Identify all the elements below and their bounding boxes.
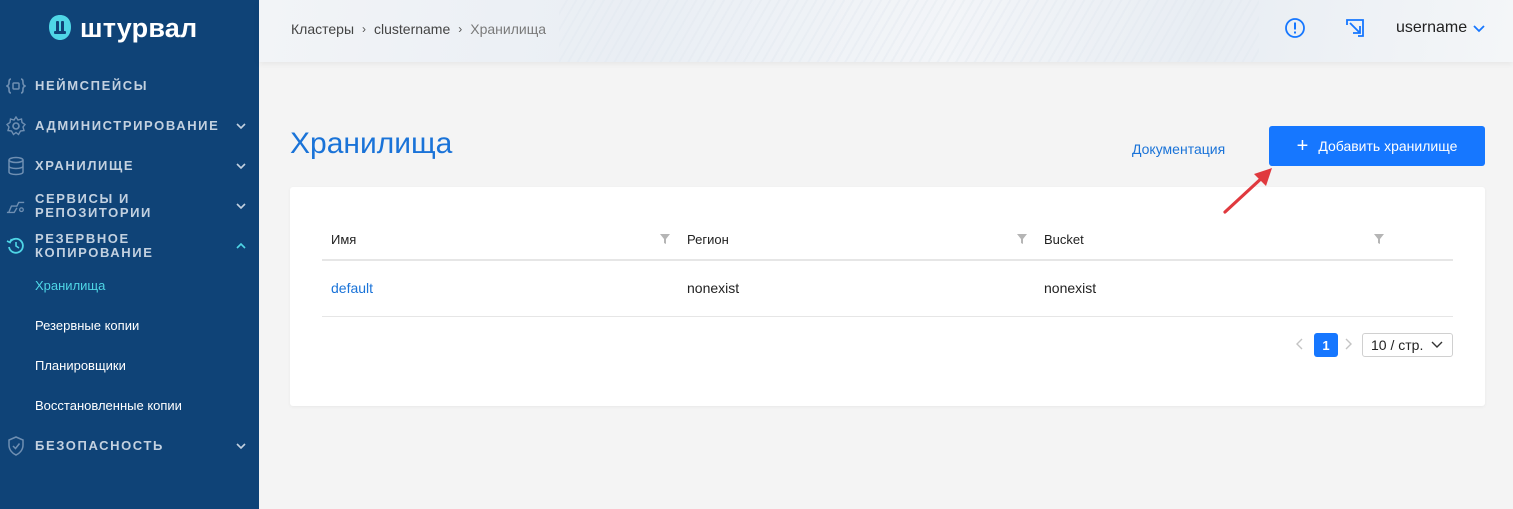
breadcrumb-separator-icon: › — [458, 22, 463, 36]
cell-name-link[interactable]: default — [331, 280, 373, 296]
pagination-prev-icon[interactable] — [1293, 337, 1307, 351]
sidebar-item-label: КОПИРОВАНИЕ — [35, 245, 154, 260]
chevron-down-icon — [236, 443, 246, 450]
sidebar-subitem-storages[interactable]: Хранилища — [35, 278, 105, 293]
sidebar-item-label: ХРАНИЛИЩЕ — [35, 158, 135, 173]
column-header-bucket[interactable]: Bucket — [1044, 232, 1084, 247]
logo-icon — [49, 15, 71, 40]
filter-icon[interactable] — [1016, 233, 1028, 245]
chevron-down-icon — [1473, 25, 1485, 33]
chevron-up-icon — [236, 242, 246, 249]
brand-logo[interactable]: штурвал — [46, 12, 197, 44]
filter-icon[interactable] — [659, 233, 671, 245]
table-row-divider — [322, 316, 1453, 317]
add-storage-button[interactable]: + Добавить хранилище — [1269, 126, 1485, 166]
gear-icon — [6, 116, 26, 136]
backup-icon — [6, 236, 26, 256]
pagination-next-icon[interactable] — [1341, 337, 1355, 351]
plus-icon: + — [1296, 135, 1309, 157]
sidebar-subitem-restores[interactable]: Восстановленные копии — [35, 398, 182, 413]
username: username — [1396, 19, 1468, 36]
storages-table-card: Имя Регион Bucket default nonexist nonex… — [290, 187, 1485, 406]
annotation-arrow-icon — [1223, 168, 1272, 214]
sidebar: штурвал НЕЙМСПЕЙСЫ АДМИНИСТРИРОВАНИЕ ХРА… — [0, 0, 259, 509]
add-storage-label: Добавить хранилище — [1318, 138, 1458, 154]
page-title: Хранилища — [290, 127, 453, 160]
breadcrumb: Кластеры › clustername › Хранилища — [291, 21, 546, 37]
chevron-down-icon — [236, 203, 246, 210]
cell-bucket: nonexist — [1044, 280, 1097, 296]
column-header-region[interactable]: Регион — [687, 232, 729, 247]
documentation-link[interactable]: Документация — [1132, 141, 1225, 157]
brand-name: штурвал — [80, 12, 198, 43]
sidebar-item-label: БЕЗОПАСНОСТЬ — [35, 438, 164, 453]
user-menu[interactable]: username — [1396, 19, 1485, 37]
top-header: Кластеры › clustername › Хранилища usern… — [259, 0, 1513, 62]
sidebar-subitem-schedulers[interactable]: Планировщики — [35, 358, 126, 373]
page-size-select[interactable]: 10 / стр. — [1362, 333, 1453, 357]
sidebar-item-label: НЕЙМСПЕЙСЫ — [35, 78, 149, 93]
breadcrumb-current: Хранилища — [470, 21, 547, 37]
sidebar-item-security[interactable]: БЕЗОПАСНОСТЬ — [0, 436, 259, 456]
sidebar-item-administration[interactable]: АДМИНИСТРИРОВАНИЕ — [0, 116, 259, 136]
sidebar-item-label: СЕРВИСЫ И — [35, 191, 130, 206]
sidebar-item-services-repositories[interactable]: СЕРВИСЫ И РЕПОЗИТОРИИ — [0, 192, 259, 220]
pagination-page-current[interactable]: 1 — [1314, 333, 1338, 357]
chevron-down-icon — [236, 163, 246, 170]
breadcrumb-cluster[interactable]: clustername — [374, 21, 450, 37]
services-icon — [6, 197, 26, 217]
filter-icon[interactable] — [1373, 233, 1385, 245]
cell-region: nonexist — [687, 280, 740, 296]
chevron-down-icon — [1431, 341, 1443, 348]
sidebar-item-label: РЕПОЗИТОРИИ — [35, 205, 152, 220]
header-decoration — [559, 0, 1259, 62]
breadcrumb-clusters[interactable]: Кластеры — [291, 21, 354, 37]
sidebar-item-namespaces[interactable]: НЕЙМСПЕЙСЫ — [0, 76, 259, 96]
breadcrumb-separator-icon: › — [362, 22, 366, 36]
sidebar-item-label: АДМИНИСТРИРОВАНИЕ — [35, 118, 220, 133]
namespace-icon — [6, 76, 26, 96]
chevron-down-icon — [236, 123, 246, 130]
database-icon — [6, 156, 26, 176]
page-size-value: 10 / стр. — [1371, 337, 1424, 353]
sidebar-item-label: РЕЗЕРВНОЕ — [35, 231, 130, 246]
sidebar-item-storage[interactable]: ХРАНИЛИЩЕ — [0, 156, 259, 176]
sidebar-subitem-backups[interactable]: Резервные копии — [35, 318, 139, 333]
external-link-icon[interactable] — [1344, 17, 1366, 39]
table-header-divider — [322, 259, 1453, 261]
alert-icon[interactable] — [1284, 17, 1306, 39]
sidebar-item-backup[interactable]: РЕЗЕРВНОЕ КОПИРОВАНИЕ — [0, 232, 259, 260]
column-header-name[interactable]: Имя — [331, 232, 356, 247]
shield-icon — [6, 436, 26, 456]
